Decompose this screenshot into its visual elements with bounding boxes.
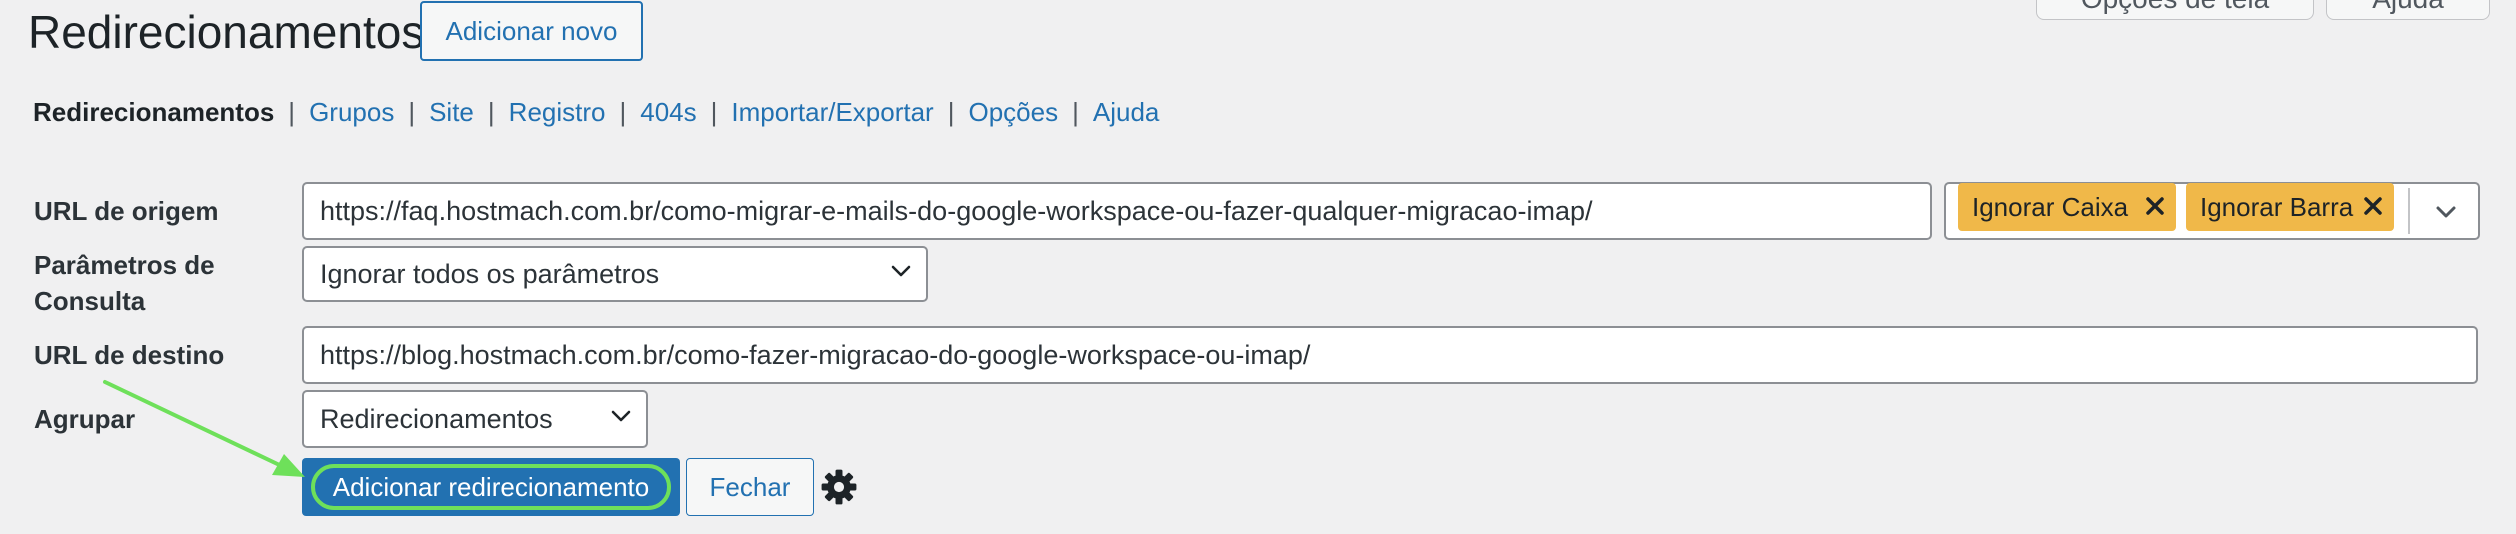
query-params-label: Parâmetros de Consulta	[34, 247, 215, 319]
subnav-separator: |	[710, 97, 718, 127]
subnav-separator: |	[947, 97, 955, 127]
subnav-item-groups[interactable]: Grupos	[309, 97, 394, 127]
group-value: Redirecionamentos	[320, 403, 553, 434]
highlight-ring: Adicionar redirecionamento	[311, 464, 671, 510]
tag-ignore-slash-label: Ignorar Barra	[2200, 191, 2354, 222]
gear-icon[interactable]	[820, 468, 858, 506]
subnav-item-help[interactable]: Ajuda	[1093, 97, 1160, 127]
subnav-separator: |	[1072, 97, 1079, 127]
query-params-value: Ignorar todos os parâmetros	[320, 258, 660, 289]
close-icon[interactable]	[2144, 195, 2166, 217]
subnav-separator: |	[408, 97, 416, 127]
chevron-down-icon[interactable]	[2434, 200, 2458, 224]
close-icon[interactable]	[2362, 195, 2384, 217]
close-button[interactable]: Fechar	[686, 458, 814, 516]
subnav-item-log[interactable]: Registro	[509, 97, 606, 127]
target-url-value: https://blog.hostmach.com.br/como-fazer-…	[320, 339, 1311, 370]
target-url-input[interactable]: https://blog.hostmach.com.br/como-fazer-…	[302, 326, 2478, 384]
help-tab-label: Ajuda	[2372, 0, 2444, 15]
add-redirect-button[interactable]: Adicionar redirecionamento	[302, 458, 680, 516]
subnav-item-redirects[interactable]: Redirecionamentos	[33, 97, 274, 127]
divider	[2408, 188, 2410, 234]
add-new-label: Adicionar novo	[445, 15, 618, 46]
target-url-label: URL de destino	[34, 340, 225, 370]
chevron-down-icon	[891, 265, 911, 277]
page-title: Redirecionamentos	[28, 6, 425, 58]
tag-ignore-case: Ignorar Caixa	[1958, 183, 2176, 231]
subnav-item-404s[interactable]: 404s	[640, 97, 696, 127]
screen-options-label: Opções de tela	[2081, 0, 2269, 15]
group-label: Agrupar	[34, 404, 136, 434]
close-button-label: Fechar	[709, 471, 791, 502]
source-url-label: URL de origem	[34, 196, 219, 226]
tag-ignore-slash: Ignorar Barra	[2186, 183, 2394, 231]
subnav-separator: |	[487, 97, 495, 127]
subnav-separator: |	[288, 97, 296, 127]
screen-options-tab[interactable]: Opções de tela	[2036, 0, 2314, 20]
tag-ignore-case-label: Ignorar Caixa	[1972, 191, 2129, 222]
add-redirect-label: Adicionar redirecionamento	[332, 471, 650, 502]
query-params-label-line1: Parâmetros de	[34, 250, 215, 280]
chevron-down-icon	[611, 410, 631, 422]
source-url-value: https://faq.hostmach.com.br/como-migrar-…	[320, 195, 1593, 226]
source-url-input[interactable]: https://faq.hostmach.com.br/como-migrar-…	[302, 182, 1932, 240]
query-params-label-line2: Consulta	[34, 286, 146, 316]
subnav-item-import-export[interactable]: Importar/Exportar	[731, 97, 933, 127]
add-new-button[interactable]: Adicionar novo	[420, 1, 643, 61]
subnav-item-site[interactable]: Site	[429, 97, 474, 127]
group-select[interactable]: Redirecionamentos	[302, 390, 648, 448]
subnav-item-options[interactable]: Opções	[968, 97, 1058, 127]
help-tab[interactable]: Ajuda	[2326, 0, 2490, 20]
subnav-separator: |	[619, 97, 627, 127]
subnav: Redirecionamentos | Grupos | Site | Registro | 4…	[33, 94, 1159, 130]
query-params-select[interactable]: Ignorar todos os parâmetros	[302, 246, 928, 302]
